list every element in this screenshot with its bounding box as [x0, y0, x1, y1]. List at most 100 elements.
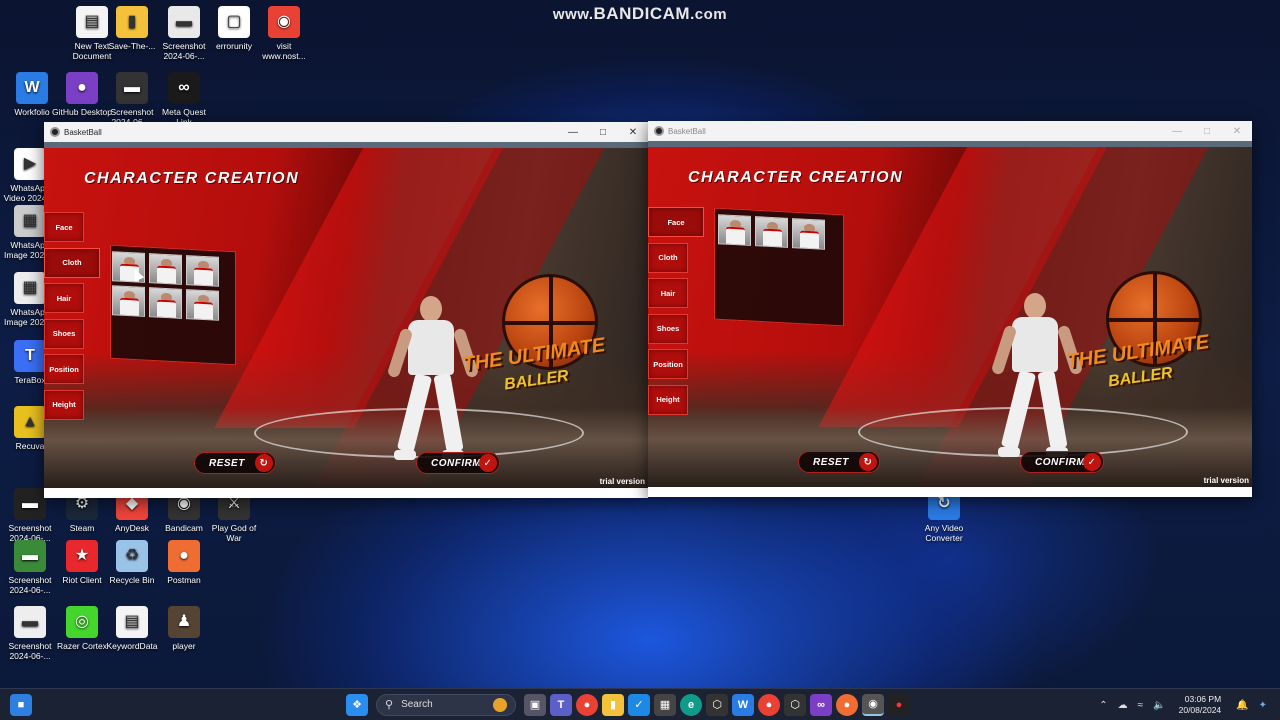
tab-position[interactable]: Position — [44, 354, 84, 384]
chrome-alt-icon[interactable]: ● — [758, 693, 780, 716]
tab-hair[interactable]: Hair — [648, 278, 688, 308]
microsoft-store-icon[interactable]: ▦ — [654, 693, 676, 716]
notifications-icon[interactable]: 🔔 — [1236, 700, 1248, 711]
close-button[interactable]: ✕ — [618, 122, 648, 142]
player-file-icon: ♟ — [168, 606, 200, 638]
cloth-thumbnails — [112, 251, 219, 321]
volume-icon[interactable]: 🔈 — [1153, 700, 1165, 711]
desktop-icon-screenshot-2[interactable]: ▬Screenshot 2024-06-... — [102, 72, 162, 127]
game-window-basketball-1[interactable]: BasketBall — □ ✕ CHARACTER CREATION Face… — [44, 122, 648, 498]
desktop-icon-save-the[interactable]: ▮ Save-The-... — [102, 6, 162, 51]
tab-face[interactable]: Face — [648, 207, 704, 237]
taskbar: ■ ❖ ⚲ Search ▣ T ● ▮ ✓ ▦ e ⬡ W ● ⬡ ∞ ● ◉… — [0, 688, 1280, 720]
desktop-icon-label: visit www.nost... — [262, 41, 306, 61]
confirm-button[interactable]: CONFIRM ✓ — [416, 452, 500, 474]
task-view-icon[interactable]: ▣ — [524, 693, 546, 716]
tab-cloth[interactable]: Cloth — [648, 242, 688, 273]
character-creation-title: CHARACTER CREATION — [84, 170, 300, 187]
game-window-basketball-2[interactable]: BasketBall — □ ✕ CHARACTER CREATION Face… — [648, 121, 1252, 497]
desktop-icon-label: Postman — [167, 575, 201, 585]
visual-studio-icon[interactable]: ∞ — [810, 693, 832, 716]
tab-height[interactable]: Height — [44, 389, 84, 420]
desktop-icon-label: KeywordData — [106, 641, 158, 651]
taskbar-search[interactable]: ⚲ Search — [376, 693, 516, 716]
cloth-option[interactable] — [186, 289, 219, 321]
desktop-icon-player[interactable]: ♟ player — [154, 606, 214, 651]
onedrive-icon[interactable]: ☁ — [1118, 700, 1128, 711]
face-option[interactable] — [755, 216, 788, 248]
folder-icon: ▮ — [116, 6, 148, 38]
desktop-icon-label: Screenshot 2024-06-... — [8, 641, 52, 661]
maximize-button[interactable]: □ — [1192, 121, 1222, 141]
desktop-icon-visit[interactable]: ◉ visit www.nost... — [254, 6, 314, 61]
maximize-button[interactable]: □ — [588, 122, 618, 142]
game-scene[interactable]: CHARACTER CREATION Face Cloth Hair Shoes… — [648, 147, 1252, 487]
face-option[interactable] — [792, 218, 825, 250]
bandicam-record-icon[interactable]: ● — [888, 693, 910, 716]
desktop-icon-screenshot-4[interactable]: ▬ Screenshot 2024-06-... — [0, 540, 60, 595]
cloth-option[interactable] — [186, 255, 219, 287]
file-explorer-icon[interactable]: ▮ — [602, 693, 624, 716]
system-clock[interactable]: 03:06 PM 20/08/2024 — [1179, 694, 1222, 716]
clock-date: 20/08/2024 — [1178, 705, 1222, 715]
teams-icon[interactable]: T — [550, 693, 572, 716]
terabox-icon: T — [14, 340, 46, 372]
confirm-icon: ✓ — [1083, 453, 1101, 471]
tab-face[interactable]: Face — [44, 212, 84, 242]
reset-icon: ↻ — [255, 454, 273, 472]
desktop-icon-keyworddata[interactable]: ▤ KeywordData — [102, 606, 162, 651]
cloth-option[interactable] — [112, 285, 145, 317]
screenshot-icon: ▬ — [116, 72, 148, 104]
trial-version-label: trial version — [1203, 476, 1249, 485]
minimize-button[interactable]: — — [558, 122, 588, 142]
confirm-button[interactable]: CONFIRM ✓ — [1020, 451, 1104, 473]
tab-height[interactable]: Height — [648, 384, 688, 415]
tab-shoes[interactable]: Shoes — [648, 313, 688, 344]
reset-icon: ↻ — [859, 453, 877, 471]
customization-tabs: Face Cloth Hair Shoes Position Height — [44, 212, 100, 425]
postman-icon[interactable]: ● — [836, 693, 858, 716]
copilot-icon[interactable]: ✦ — [1259, 700, 1267, 711]
window-titlebar[interactable]: BasketBall — □ ✕ — [44, 122, 648, 142]
desktop-icon-label: Screenshot 2024-06-... — [8, 575, 52, 595]
basketball-app-icon[interactable]: ◉ — [862, 693, 884, 716]
game-scene[interactable]: CHARACTER CREATION Face Cloth Hair Shoes… — [44, 148, 648, 488]
reset-label: RESET — [813, 456, 849, 468]
unity-icon[interactable]: ⬡ — [784, 693, 806, 716]
start-button[interactable]: ❖ — [346, 693, 368, 716]
tab-hair[interactable]: Hair — [44, 283, 84, 313]
close-button[interactable]: ✕ — [1222, 121, 1252, 141]
confirm-label: CONFIRM — [431, 457, 482, 469]
trial-version-label: trial version — [599, 477, 645, 486]
widgets-icon[interactable]: ■ — [10, 693, 32, 716]
desktop-icon-screenshot-5[interactable]: ▬ Screenshot 2024-06-... — [0, 606, 60, 661]
desktop-icon-postman[interactable]: ● Postman — [154, 540, 214, 585]
window-titlebar[interactable]: BasketBall — □ ✕ — [648, 121, 1252, 141]
github-icon: ● — [66, 72, 98, 104]
tab-shoes[interactable]: Shoes — [44, 318, 84, 349]
edge-icon[interactable]: e — [680, 693, 702, 716]
video-icon: ▶ — [14, 148, 46, 180]
image-icon: ▦ — [14, 272, 46, 304]
cloth-option[interactable] — [149, 253, 182, 285]
show-hidden-icons-icon[interactable]: ⌃ — [1099, 700, 1107, 711]
cloth-option[interactable] — [149, 287, 182, 319]
chrome-icon[interactable]: ● — [576, 693, 598, 716]
workfolio-icon: W — [16, 72, 48, 104]
desktop-icon-recycle-bin[interactable]: ♻ Recycle Bin — [102, 540, 162, 585]
wifi-icon[interactable]: ≈ — [1138, 700, 1144, 711]
unity-hub-icon[interactable]: ⬡ — [706, 693, 728, 716]
tab-position[interactable]: Position — [648, 349, 688, 379]
desktop-icon-label: Recycle Bin — [109, 575, 155, 585]
face-option[interactable] — [718, 214, 751, 246]
reset-button[interactable]: RESET ↻ — [798, 451, 880, 473]
desktop-icon-label: AnyDesk — [114, 523, 149, 533]
unity-app-icon — [654, 126, 664, 136]
desktop-icon-meta-quest[interactable]: ∞Meta Quest Link — [154, 72, 214, 127]
reset-button[interactable]: RESET ↻ — [194, 452, 276, 474]
minimize-button[interactable]: — — [1162, 121, 1192, 141]
workfolio-icon[interactable]: W — [732, 693, 754, 716]
visual-studio-code-icon[interactable]: ✓ — [628, 693, 650, 716]
chrome-icon: ◉ — [268, 6, 300, 38]
tab-cloth[interactable]: Cloth — [44, 247, 100, 278]
